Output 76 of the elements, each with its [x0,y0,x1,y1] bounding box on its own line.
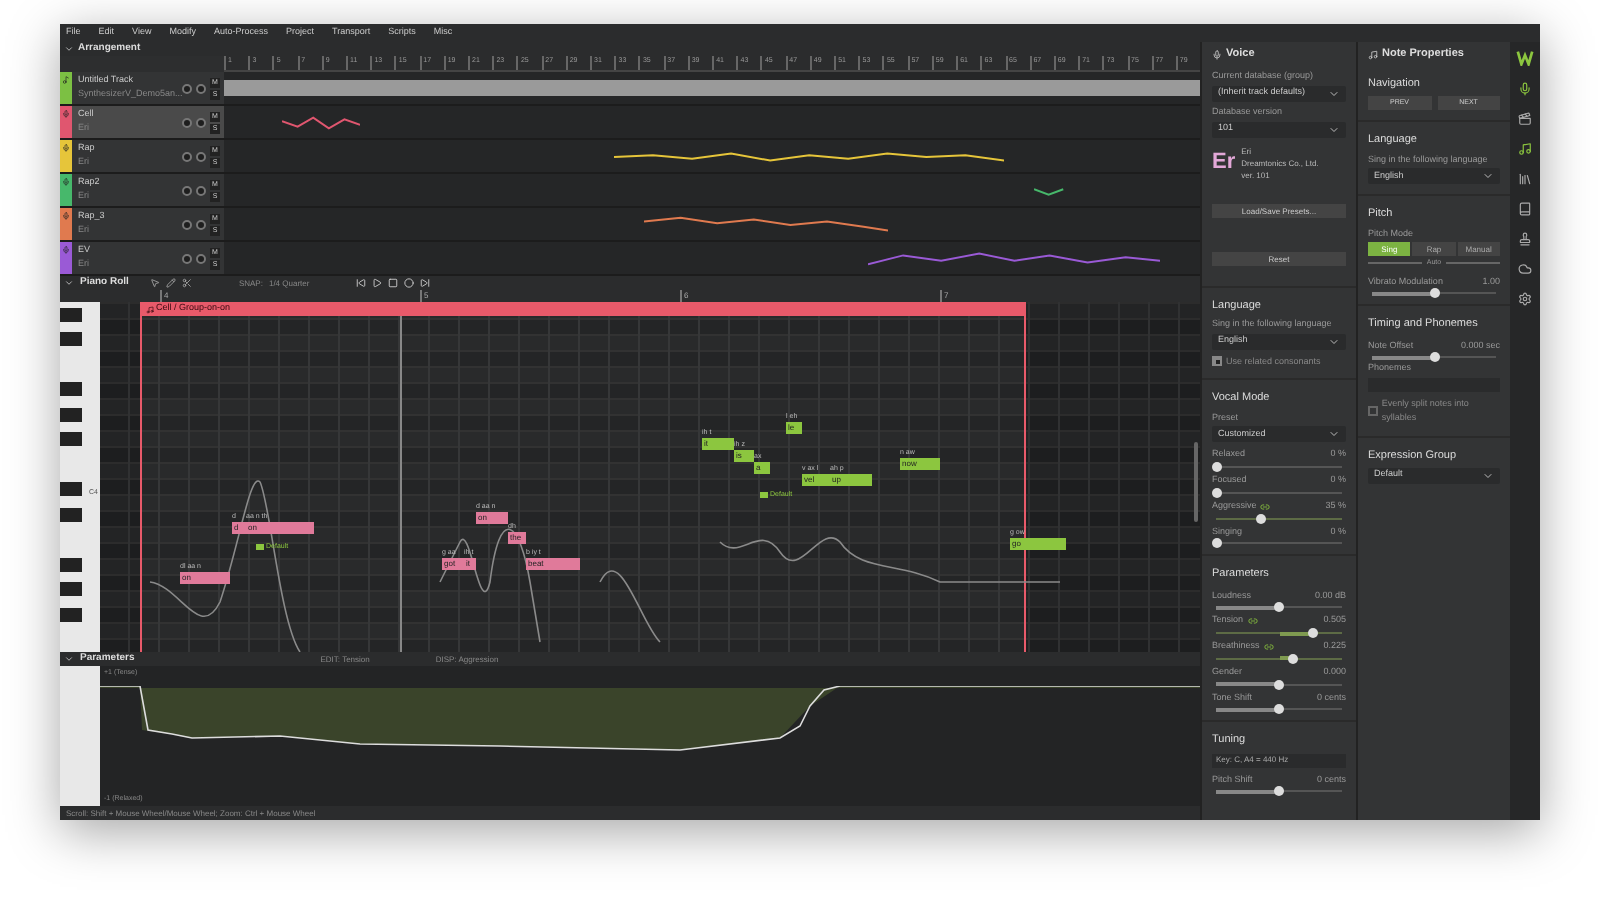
pointer-icon[interactable] [150,278,161,288]
chevron-down-icon [1328,335,1340,347]
pencil-icon[interactable] [166,278,177,288]
piano-key[interactable] [60,557,82,572]
library-icon[interactable] [1518,172,1532,186]
logo-icon[interactable] [1516,48,1534,66]
piano-keyboard [60,666,100,806]
note-icon [62,76,70,84]
slider-thumb[interactable] [1274,602,1284,613]
slider-thumb[interactable] [1274,679,1284,689]
clip-notes-drawing [1034,182,1064,200]
note-grid[interactable] [100,302,1200,652]
piano-key[interactable] [60,482,82,497]
slider-thumb[interactable] [1211,538,1221,549]
microphone-icon [62,144,70,152]
checkbox[interactable] [1212,356,1222,367]
piano-key[interactable] [60,507,82,522]
stop-icon[interactable] [387,278,398,288]
slider-fill [1216,707,1279,712]
slider-thumb[interactable] [1211,462,1221,472]
link-icon [1260,501,1271,512]
slider-fill [1372,291,1434,296]
collapse-icon[interactable] [64,44,74,54]
microphone-icon [62,178,70,186]
note-icon[interactable] [1518,142,1532,156]
piano-key[interactable] [60,382,82,397]
piano-key[interactable] [60,407,82,422]
chevron-down-icon [1328,123,1340,135]
vertical-scrollbar[interactable] [1194,442,1198,522]
chevron-down-icon [1328,87,1340,100]
film-icon[interactable] [1518,112,1532,126]
forward-icon[interactable] [419,278,430,288]
link-icon [1247,616,1258,627]
checkbox[interactable] [1368,406,1378,417]
stamp-icon[interactable] [1518,232,1532,246]
microphone-icon [62,246,70,254]
play-icon[interactable] [371,278,382,288]
link-icon [1263,641,1274,652]
piano-key[interactable] [60,582,82,597]
slider-thumb[interactable] [1274,786,1284,797]
slider-thumb[interactable] [1429,352,1439,363]
record-icon[interactable] [403,278,414,288]
slider-thumb[interactable] [1274,704,1284,715]
mic-icon[interactable] [1518,82,1532,96]
slider-thumb[interactable] [1287,653,1298,664]
slider-fill [1372,355,1434,360]
slider-thumb[interactable] [1429,288,1439,299]
piano-key[interactable] [60,307,82,322]
slider-thumb[interactable] [1255,513,1266,523]
note-icon [1368,49,1378,59]
voice-logo: Er [1212,152,1236,174]
slider-thumb[interactable] [1211,487,1221,498]
microphone-icon [1212,49,1222,59]
note-icon [146,305,154,313]
microphone-icon [62,110,70,118]
piano-key[interactable] [60,332,82,347]
clip-notes-drawing [282,114,361,132]
collapse-icon[interactable] [64,654,74,664]
pitch-curve [599,570,661,643]
rewind-icon[interactable] [355,278,366,288]
chevron-down-icon [1482,170,1494,183]
cloud-icon[interactable] [1518,262,1532,276]
collapse-icon[interactable] [64,278,74,288]
settings-icon[interactable] [1518,292,1532,306]
chevron-down-icon [1328,428,1340,441]
chevron-down-icon [1482,469,1494,482]
tag-icon [760,492,768,499]
piano-key[interactable] [60,432,82,447]
piano-key[interactable] [60,607,82,622]
slider-thumb[interactable] [1308,628,1318,638]
book-icon[interactable] [1518,202,1532,216]
tag-icon [256,544,264,551]
slider-fill [1216,789,1279,794]
microphone-icon [62,212,70,220]
slider-fill [1216,605,1279,610]
pitch-curve [439,528,541,643]
